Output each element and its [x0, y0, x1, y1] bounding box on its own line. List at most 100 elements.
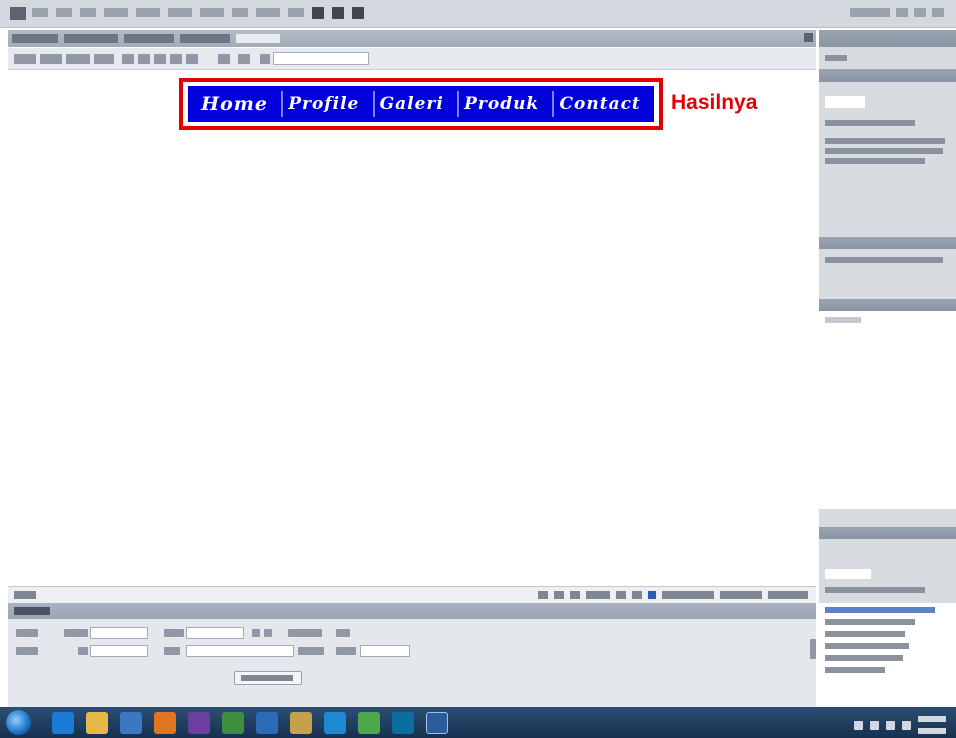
app-icon-5[interactable] — [324, 712, 346, 734]
app-icon-1[interactable] — [188, 712, 210, 734]
insert-panel-tabs[interactable] — [819, 69, 956, 82]
visual-aids-icon[interactable] — [218, 54, 230, 64]
app-icon-2[interactable] — [222, 712, 244, 734]
menu-items — [32, 7, 364, 19]
window-size[interactable] — [662, 591, 714, 599]
code-view-button[interactable] — [14, 54, 36, 64]
media-player-icon[interactable] — [120, 712, 142, 734]
refresh-icon[interactable] — [170, 54, 182, 64]
dreamweaver-taskbar-icon[interactable] — [426, 712, 448, 734]
windows-start-icon[interactable] — [6, 710, 31, 735]
hand-tool-icon[interactable] — [554, 591, 564, 599]
phone-size-icon[interactable] — [616, 591, 626, 599]
css-panel-header[interactable] — [819, 237, 956, 249]
italic-icon[interactable] — [264, 629, 272, 637]
nav-item-produk[interactable]: Produk — [457, 91, 544, 117]
page-properties-button[interactable] — [234, 671, 302, 685]
properties-side-header[interactable] — [819, 299, 956, 311]
tab-document-3[interactable] — [124, 34, 174, 43]
menu-file[interactable] — [32, 8, 48, 17]
nav-item-home[interactable]: Home — [196, 90, 273, 118]
view-options-icon[interactable] — [186, 54, 198, 64]
dreamweaver-logo-icon — [10, 7, 26, 20]
menu-insert[interactable] — [104, 8, 128, 17]
title-label — [260, 54, 270, 64]
select-tool-icon[interactable] — [538, 591, 548, 599]
link-input[interactable] — [186, 645, 294, 657]
class-label — [164, 629, 184, 637]
id-label — [78, 647, 88, 655]
split-view-button[interactable] — [40, 54, 62, 64]
format-select[interactable] — [90, 627, 148, 639]
design-view-button[interactable] — [66, 54, 90, 64]
tab-document-4[interactable] — [180, 34, 230, 43]
nav-item-galeri[interactable]: Galeri — [372, 91, 449, 117]
inspect-icon[interactable] — [122, 54, 134, 64]
clock[interactable] — [918, 716, 946, 734]
zoom-level[interactable] — [586, 591, 610, 599]
nav-item-contact[interactable]: Contact — [552, 91, 645, 117]
network-icon[interactable] — [870, 720, 879, 730]
panel-controls[interactable] — [819, 509, 956, 527]
preview-icon[interactable] — [154, 54, 166, 64]
live-view-button[interactable] — [94, 54, 114, 64]
extend-icon[interactable] — [332, 7, 344, 19]
folder-icon[interactable] — [298, 647, 324, 655]
result-label: Hasilnya — [671, 91, 758, 114]
properties-header[interactable] — [8, 603, 816, 619]
tray-arrow-icon[interactable] — [854, 720, 863, 730]
app-icon-3[interactable] — [256, 712, 278, 734]
firefox-icon[interactable] — [154, 712, 176, 734]
app-icon-7[interactable] — [392, 712, 414, 734]
menu-help[interactable] — [288, 8, 304, 17]
zoom-tool-icon[interactable] — [570, 591, 580, 599]
menu-commands[interactable] — [200, 8, 224, 17]
design-canvas[interactable]: Home Profile Galeri Produk Contact Hasil… — [8, 71, 816, 586]
status-tools — [538, 591, 808, 599]
app-icon-4[interactable] — [290, 712, 312, 734]
menu-edit[interactable] — [56, 8, 72, 17]
files-tree[interactable] — [819, 603, 956, 707]
tablet-size-icon[interactable] — [632, 591, 642, 599]
list-icons[interactable] — [288, 629, 322, 637]
tab-document-1[interactable] — [12, 34, 58, 43]
encoding — [768, 591, 808, 599]
workspace-switcher[interactable] — [850, 8, 944, 17]
flag-icon[interactable] — [886, 720, 895, 730]
site-icon[interactable] — [352, 7, 364, 19]
class-select[interactable] — [186, 627, 244, 639]
id-select[interactable] — [90, 645, 148, 657]
volume-icon[interactable] — [902, 720, 911, 730]
files-panel-header[interactable] — [819, 527, 956, 539]
menu-site[interactable] — [232, 8, 248, 17]
document-tabs — [8, 30, 816, 47]
menu-view[interactable] — [80, 8, 96, 17]
html-mode-button[interactable] — [16, 629, 38, 637]
status-bar — [8, 586, 816, 603]
close-icon[interactable] — [804, 33, 813, 42]
folder-icon[interactable] — [86, 712, 108, 734]
panel-group-top — [819, 47, 956, 69]
menu-format[interactable] — [168, 8, 192, 17]
tag-selector[interactable] — [14, 591, 36, 599]
target-select[interactable] — [360, 645, 410, 657]
bold-icon[interactable] — [252, 629, 260, 637]
multiscreen-icon[interactable] — [138, 54, 150, 64]
css-mode-button[interactable] — [16, 647, 38, 655]
tab-document-2[interactable] — [64, 34, 118, 43]
layout-icon[interactable] — [312, 7, 324, 19]
menu-window[interactable] — [256, 8, 280, 17]
app-icon-6[interactable] — [358, 712, 380, 734]
title-label — [336, 629, 350, 637]
internet-explorer-icon[interactable] — [52, 712, 74, 734]
desktop-size-icon[interactable] — [648, 591, 656, 599]
panel-scrollbar[interactable] — [810, 639, 816, 659]
tab-document-active[interactable] — [236, 34, 280, 43]
nav-item-profile[interactable]: Profile — [281, 91, 364, 117]
document-toolbar — [8, 48, 816, 70]
menu-modify[interactable] — [136, 8, 160, 17]
workspace-header[interactable] — [819, 30, 956, 47]
files-panel-tabs[interactable] — [819, 539, 956, 561]
check-browser-icon[interactable] — [238, 54, 250, 64]
title-input[interactable] — [273, 52, 369, 65]
